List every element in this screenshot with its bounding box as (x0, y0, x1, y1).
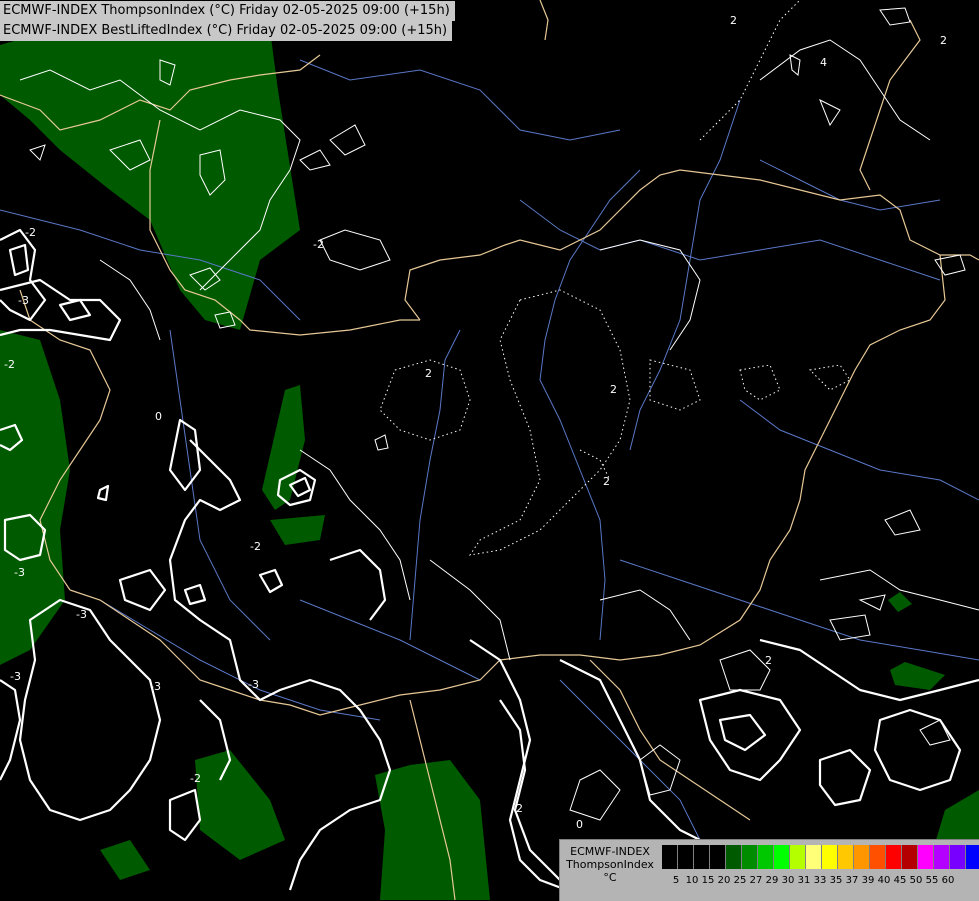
contour-label: 2 (730, 14, 737, 27)
legend-swatch (918, 845, 934, 869)
legend-swatch (854, 845, 870, 869)
legend-swatch (694, 845, 710, 869)
contour-label: -3 (10, 670, 21, 683)
legend-tick-label: 29 (765, 875, 779, 886)
map-title-best-lifted-index: ECMWF-INDEX BestLiftedIndex (°C) Friday … (0, 21, 453, 41)
weather-map: 2 4 2 -2 -3 -2 -3 0 -2 2 2 2 -2 -3 -3 -3… (0, 0, 979, 900)
legend-swatch (966, 845, 979, 869)
contour-label: -3 (248, 678, 259, 691)
legend-tick-label: 10 (685, 875, 699, 886)
contour-label: -3 (18, 294, 29, 307)
contour-label: -2 (512, 802, 523, 815)
contour-label: 2 (425, 367, 432, 380)
legend-tick-label: 40 (877, 875, 891, 886)
legend-tick-label: 35 (829, 875, 843, 886)
contour-label: 2 (603, 475, 610, 488)
legend-unit: °C (603, 871, 617, 884)
legend-swatch (822, 845, 838, 869)
legend-swatch (870, 845, 886, 869)
legend-tick-label: 60 (941, 875, 955, 886)
contour-label: -2 (190, 772, 201, 785)
legend-swatch (902, 845, 918, 869)
contour-label: -2 (313, 238, 324, 251)
legend-tick-label: 39 (861, 875, 875, 886)
legend-swatch (774, 845, 790, 869)
legend-tick-label: 20 (717, 875, 731, 886)
legend-swatch (678, 845, 694, 869)
legend-swatch (742, 845, 758, 869)
legend-tick-label: 33 (813, 875, 827, 886)
legend-tick-label: 37 (845, 875, 859, 886)
contour-label: 0 (576, 818, 583, 831)
legend-tick-label: 27 (749, 875, 763, 886)
contour-label: 0 (155, 410, 162, 423)
legend-swatch (950, 845, 966, 869)
legend-tick-label: 30 (781, 875, 795, 886)
legend-tick-label: 55 (925, 875, 939, 886)
legend-title: ECMWF-INDEX ThompsonIndex °C (560, 845, 660, 884)
contour-label: -2 (4, 358, 15, 371)
contour-label: 2 (940, 34, 947, 47)
legend-swatch (790, 845, 806, 869)
legend-tick-label: 25 (733, 875, 747, 886)
legend-swatch (806, 845, 822, 869)
legend-tick-label: 45 (893, 875, 907, 886)
legend-parameter: ThompsonIndex (566, 858, 654, 871)
legend-swatch (662, 845, 678, 869)
legend-swatch (838, 845, 854, 869)
legend-swatch (710, 845, 726, 869)
color-legend: ECMWF-INDEX ThompsonIndex °C 5 10 15 20 25 27… (559, 839, 979, 901)
contour-label: -3 (150, 680, 161, 693)
contour-label: 2 (610, 383, 617, 396)
map-title-thompson-index: ECMWF-INDEX ThompsonIndex (°C) Friday 02… (0, 1, 455, 21)
legend-swatch (934, 845, 950, 869)
contour-label: 2 (765, 654, 772, 667)
legend-model: ECMWF-INDEX (570, 845, 650, 858)
legend-swatches (662, 845, 979, 869)
legend-tick-label: 50 (909, 875, 923, 886)
legend-tick-label: 31 (797, 875, 811, 886)
contour-label: 4 (820, 56, 827, 69)
contour-label: -3 (76, 608, 87, 621)
legend-tick-label: 5 (672, 875, 680, 886)
contour-label: -2 (25, 226, 36, 239)
contour-label: -2 (250, 540, 261, 553)
legend-swatch (726, 845, 742, 869)
legend-swatch (758, 845, 774, 869)
legend-tick-label: 15 (701, 875, 715, 886)
legend-swatch (886, 845, 902, 869)
contour-label: -3 (14, 566, 25, 579)
